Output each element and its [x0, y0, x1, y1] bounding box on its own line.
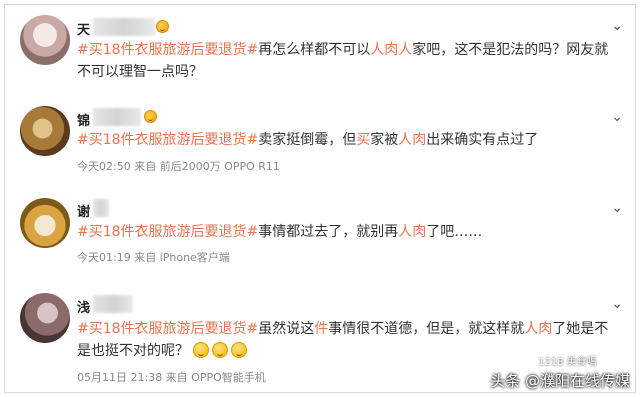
- avatar[interactable]: [20, 15, 70, 65]
- smiley-badge-icon: [144, 110, 157, 123]
- emoji-icon: [193, 342, 210, 358]
- comment-meta: 今天02:50 来自 前后2000万 OPPO R11: [77, 160, 280, 173]
- comment-text: #买18件衣服旅游后要退货#卖家挺倒霉，但买家被人肉出来确实有点过了: [77, 132, 539, 148]
- chevron-down-icon[interactable]: ⌄: [611, 201, 623, 215]
- topic-tag[interactable]: #买18件衣服旅游后要退货#: [77, 132, 258, 148]
- faint-watermark: 1218 美食唱: [538, 357, 597, 368]
- comment-text: #买18件衣服旅游后要退货#再怎么样都不可以人肉人家吧，这不是犯法的吗？网友就不…: [77, 42, 609, 80]
- comment-item: 谢 ⌄ #买18件衣服旅游后要退货#事情都过去了，就别再人肉了吧…… 今天01:…: [5, 190, 635, 285]
- avatar[interactable]: [20, 293, 70, 343]
- chevron-down-icon[interactable]: ⌄: [611, 110, 623, 124]
- avatar[interactable]: [20, 106, 70, 156]
- chevron-down-icon[interactable]: ⌄: [611, 19, 623, 33]
- username[interactable]: 锦: [77, 110, 90, 129]
- emoji-icon: [231, 342, 248, 358]
- topic-tag[interactable]: #买18件衣服旅游后要退货#: [77, 42, 258, 58]
- topic-tag[interactable]: #买18件衣服旅游后要退货#: [77, 321, 258, 337]
- comment-item: 锦 ⌄ #买18件衣服旅游后要退货#卖家挺倒霉，但买家被人肉出来确实有点过了 今…: [5, 100, 635, 190]
- comment-meta: 05月11日 21:38 来自 OPPO智能手机: [77, 371, 266, 384]
- watermark: 头条 @濮阳在线传媒: [490, 372, 630, 390]
- comment-text: #买18件衣服旅游后要退货#事情都过去了，就别再人肉了吧……: [77, 224, 483, 240]
- emoji-icon: [212, 342, 229, 358]
- username[interactable]: 天: [77, 19, 90, 38]
- comment-meta: 今天01:19 来自 iPhone客户端: [77, 251, 230, 264]
- comment-item: 天 ⌄ #买18件衣服旅游后要退货#再怎么样都不可以人肉人家吧，这不是犯法的吗？…: [5, 5, 635, 100]
- topic-tag[interactable]: #买18件衣服旅游后要退货#: [77, 224, 258, 240]
- username[interactable]: 谢: [77, 201, 90, 220]
- smiley-badge-icon: [156, 20, 169, 33]
- comment-text: #买18件衣服旅游后要退货#虽然说这件事情很不道德，但是，就这样就人肉了她是不是…: [77, 321, 609, 359]
- username[interactable]: 浅: [77, 297, 90, 316]
- chevron-down-icon[interactable]: ⌄: [611, 297, 623, 311]
- comment-list: 天 ⌄ #买18件衣服旅游后要退货#再怎么样都不可以人肉人家吧，这不是犯法的吗？…: [4, 4, 636, 393]
- avatar[interactable]: [20, 198, 70, 248]
